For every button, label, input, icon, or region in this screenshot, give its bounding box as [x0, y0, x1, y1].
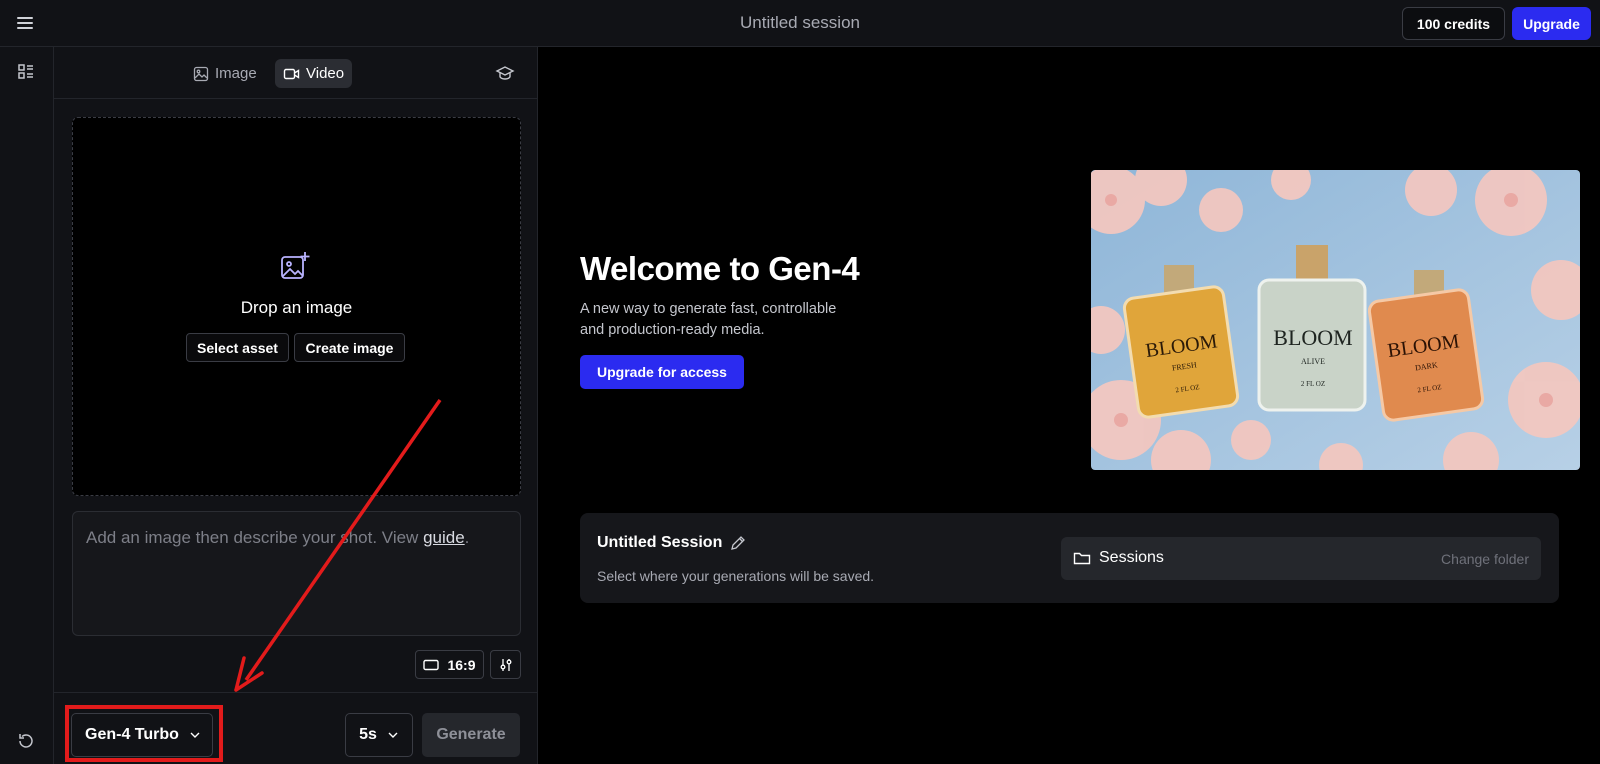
model-select[interactable]: Gen-4 Turbo — [71, 713, 213, 757]
generate-button[interactable]: Generate — [422, 713, 520, 757]
welcome-description: A new way to generate fast, controllable… — [580, 301, 837, 338]
duration-select[interactable]: 5s — [345, 713, 413, 757]
session-card-title[interactable]: Untitled Session — [597, 534, 746, 552]
session-card: Untitled Session Select where your gener… — [580, 513, 1559, 603]
session-card-description: Select where your generations will be sa… — [597, 568, 875, 584]
top-bar: Untitled session 100 credits Upgrade — [0, 0, 1600, 47]
folder-label: Sessions — [1099, 549, 1164, 566]
select-asset-button[interactable]: Select asset — [186, 333, 289, 362]
change-folder-link[interactable]: Change folder — [1441, 551, 1529, 567]
bottle-label-dark: BLOOM DARK 2 FL OZ — [1377, 329, 1474, 399]
bottle-brand: BLOOM — [1273, 325, 1353, 350]
sliders-icon — [500, 658, 511, 671]
history-icon[interactable] — [16, 731, 36, 751]
bottle-label-alive: BLOOM ALIVE 2 FL OZ — [1261, 325, 1365, 388]
chevron-down-icon — [388, 732, 398, 738]
tab-image-label: Image — [215, 65, 257, 82]
video-camera-icon — [283, 68, 300, 79]
session-name: Untitled Session — [597, 534, 723, 551]
chevron-down-icon — [190, 732, 200, 738]
graduation-cap-icon[interactable] — [495, 63, 515, 83]
tab-video[interactable]: Video — [275, 59, 353, 88]
tab-video-label: Video — [306, 65, 345, 82]
hero-image: BLOOM FRESH 2 FL OZ BLOOM ALIVE 2 FL OZ … — [1091, 170, 1580, 470]
aspect-ratio-icon — [423, 659, 440, 670]
image-icon — [193, 66, 209, 81]
pencil-icon[interactable] — [730, 535, 746, 551]
mode-tabs: Image Video — [54, 47, 538, 99]
bottle-variant: ALIVE — [1301, 357, 1325, 366]
folder-icon — [1073, 552, 1091, 565]
image-dropzone[interactable]: Drop an image Select asset Create image — [72, 117, 521, 496]
prompt-suffix: . — [464, 528, 470, 547]
create-image-button[interactable]: Create image — [294, 333, 405, 362]
upgrade-button[interactable]: Upgrade — [1512, 7, 1591, 40]
left-rail — [0, 47, 54, 764]
folder-selector[interactable]: Sessions Change folder — [1061, 537, 1541, 580]
bottom-bar: Gen-4 Turbo 5s Generate — [54, 692, 538, 764]
credits-button[interactable]: 100 credits — [1402, 7, 1505, 40]
duration-label: 5s — [359, 726, 377, 743]
bottle-size: 2 FL OZ — [1300, 380, 1326, 388]
guide-link[interactable]: guide — [423, 528, 465, 547]
dropzone-title: Drop an image — [240, 298, 353, 317]
model-label: Gen-4 Turbo — [85, 726, 179, 743]
prompt-placeholder: Add an image then describe your shot. Vi… — [86, 528, 424, 547]
add-image-icon — [279, 250, 311, 282]
bottle-label-fresh: BLOOM FRESH 2 FL OZ — [1135, 329, 1232, 399]
settings-sliders-button[interactable] — [490, 650, 521, 679]
generation-panel: Image Video Drop an image Select asset C… — [54, 47, 538, 764]
welcome-title: Welcome to Gen-4 — [580, 250, 860, 287]
aspect-ratio-button[interactable]: 16:9 — [415, 650, 484, 679]
session-title[interactable]: Untitled session — [0, 13, 1600, 33]
aspect-ratio-label: 16:9 — [447, 656, 476, 673]
tab-image[interactable]: Image — [185, 59, 265, 88]
prompt-input[interactable]: Add an image then describe your shot. Vi… — [72, 511, 521, 636]
upgrade-for-access-button[interactable]: Upgrade for access — [580, 355, 744, 389]
layout-list-icon[interactable] — [16, 62, 36, 82]
